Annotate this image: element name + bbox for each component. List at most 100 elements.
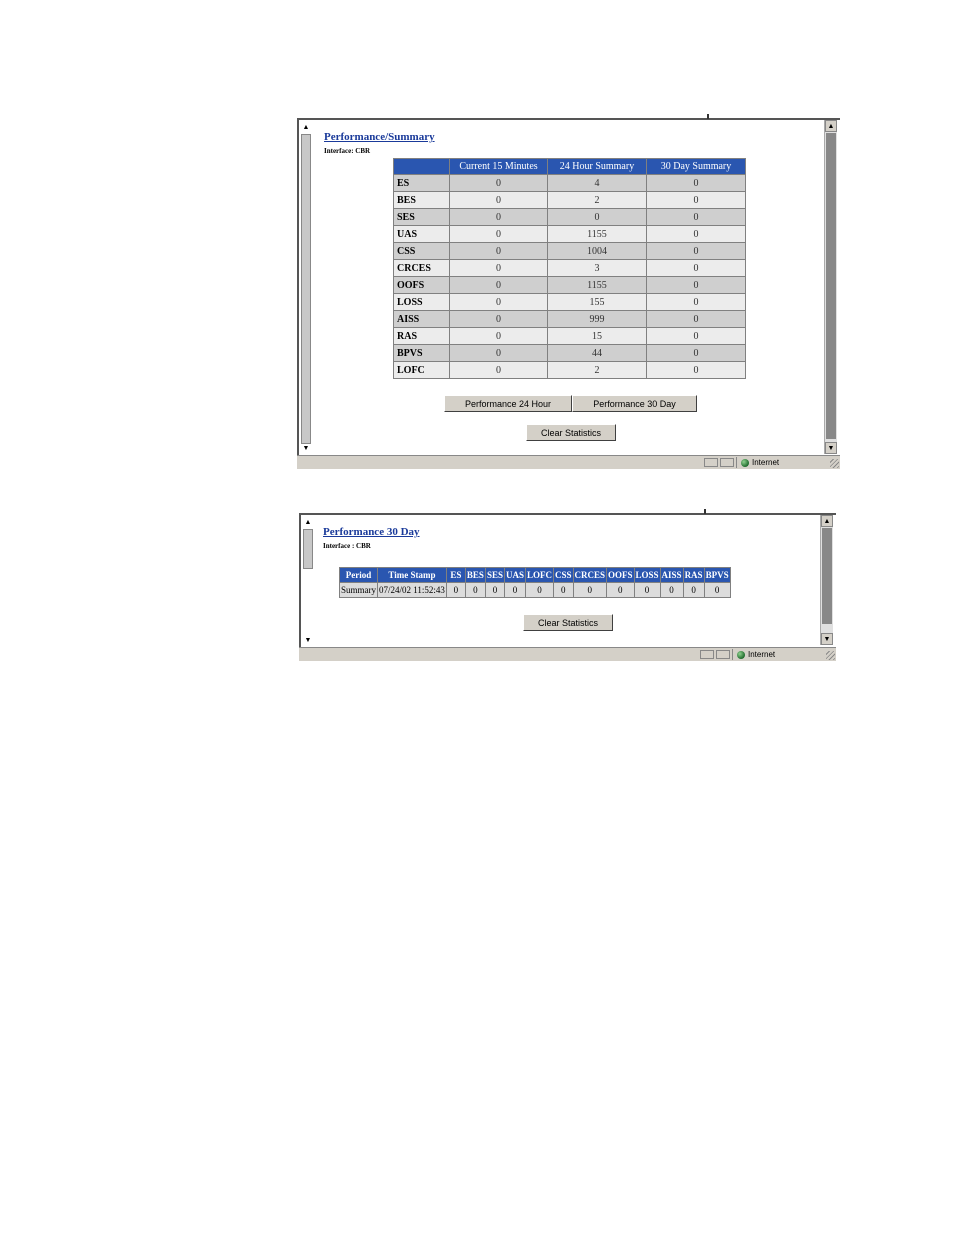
right-scrollbar[interactable]: ▲ ▼ xyxy=(824,120,837,454)
status-cell xyxy=(716,650,730,659)
left-scrollbar[interactable]: ▲ ▼ xyxy=(297,120,313,455)
current-15-min-value: 0 xyxy=(450,277,547,293)
table-cell: 0 xyxy=(704,583,730,597)
24-hour-value: 1155 xyxy=(548,226,646,242)
performance-30-day-window: ▲ ▼ ▲ ▼ Performance 30 Day Interface : C… xyxy=(299,509,836,661)
security-zone: Internet xyxy=(736,457,779,468)
table-cell: 0 xyxy=(525,583,553,597)
header-cell: LOSS xyxy=(634,568,660,582)
scroll-down-arrow-icon[interactable]: ▼ xyxy=(303,635,313,645)
row-label: BPVS xyxy=(394,345,449,361)
table-row: OOFS 0 1155 0 xyxy=(394,277,745,293)
header-cell: OOFS xyxy=(607,568,634,582)
row-label: AISS xyxy=(394,311,449,327)
page-title[interactable]: Performance 30 Day xyxy=(323,526,420,538)
row-label: OOFS xyxy=(394,277,449,293)
window-tick-mark xyxy=(707,114,709,119)
scroll-down-arrow-icon[interactable]: ▼ xyxy=(821,633,833,645)
current-15-min-value: 0 xyxy=(450,294,547,310)
30-day-value: 0 xyxy=(647,311,745,327)
current-15-min-value: 0 xyxy=(450,226,547,242)
window-tick-mark xyxy=(704,509,706,514)
table-cell: 07/24/02 11:52:43 xyxy=(378,583,446,597)
table-row: ES 0 4 0 xyxy=(394,175,745,191)
scroll-up-arrow-icon[interactable]: ▲ xyxy=(301,122,311,132)
clear-statistics-button[interactable]: Clear Statistics xyxy=(526,424,616,441)
interface-label: Interface: CBR xyxy=(324,147,371,155)
page-title[interactable]: Performance/Summary xyxy=(324,131,435,143)
table-cell: 0 xyxy=(683,583,704,597)
table-row: UAS 0 1155 0 xyxy=(394,226,745,242)
table-row: SES 0 0 0 xyxy=(394,209,745,225)
right-scrollbar[interactable]: ▲ ▼ xyxy=(820,515,833,645)
security-zone-label: Internet xyxy=(752,458,780,467)
24-hour-value: 2 xyxy=(548,362,646,378)
header-cell: Time Stamp xyxy=(378,568,446,582)
table-header-row: Period Time Stamp ES BES SES UAS LOFC CSS CRCES O… xyxy=(340,568,730,582)
24-hour-value: 1155 xyxy=(548,277,646,293)
scroll-up-arrow-icon[interactable]: ▲ xyxy=(303,517,313,527)
current-15-min-value: 0 xyxy=(450,260,547,276)
table-cell: 0 xyxy=(573,583,607,597)
30-day-value: 0 xyxy=(647,243,745,259)
row-label: UAS xyxy=(394,226,449,242)
header-cell: CRCES xyxy=(573,568,607,582)
security-zone: Internet xyxy=(732,649,775,660)
globe-icon xyxy=(737,650,745,659)
table-row: BPVS 0 44 0 xyxy=(394,345,745,361)
header-cell: UAS xyxy=(504,568,525,582)
30-day-value: 0 xyxy=(647,328,745,344)
24-hour-value: 1004 xyxy=(548,243,646,259)
row-label: SES xyxy=(394,209,449,225)
row-label: BES xyxy=(394,192,449,208)
30-day-value: 0 xyxy=(647,277,745,293)
scroll-down-arrow-icon[interactable]: ▼ xyxy=(825,442,837,454)
table-row: LOSS 0 155 0 xyxy=(394,294,745,310)
table-row: LOFC 0 2 0 xyxy=(394,362,745,378)
clear-statistics-button[interactable]: Clear Statistics xyxy=(523,614,613,631)
table-row: Summary 07/24/02 11:52:43 0 0 0 0 0 0 0 0 0 0 0 0 xyxy=(340,583,730,597)
30-day-value: 0 xyxy=(647,192,745,208)
header-cell: AISS xyxy=(660,568,683,582)
row-label: ES xyxy=(394,175,449,191)
table-row: BES 0 2 0 xyxy=(394,192,745,208)
left-scrollbar[interactable]: ▲ ▼ xyxy=(299,515,315,647)
header-blank xyxy=(394,159,449,174)
scroll-down-arrow-icon[interactable]: ▼ xyxy=(301,443,311,453)
performance-24-hour-button[interactable]: Performance 24 Hour xyxy=(444,395,572,412)
table-row: AISS 0 999 0 xyxy=(394,311,745,327)
resize-grip-icon[interactable] xyxy=(826,651,835,660)
table-row: RAS 0 15 0 xyxy=(394,328,745,344)
scroll-up-arrow-icon[interactable]: ▲ xyxy=(825,120,837,132)
left-scrollbar-thumb[interactable] xyxy=(301,134,311,444)
status-bar: Internet xyxy=(297,455,840,469)
header-cell: BES xyxy=(465,568,485,582)
table-cell: 0 xyxy=(446,583,465,597)
right-scrollbar-thumb[interactable] xyxy=(822,528,832,624)
table-row: CSS 0 1004 0 xyxy=(394,243,745,259)
row-label: CSS xyxy=(394,243,449,259)
globe-icon xyxy=(741,458,749,467)
table-cell: 0 xyxy=(504,583,525,597)
current-15-min-value: 0 xyxy=(450,209,547,225)
row-label: LOFC xyxy=(394,362,449,378)
30-day-value: 0 xyxy=(647,362,745,378)
resize-grip-icon[interactable] xyxy=(830,459,839,468)
30-day-value: 0 xyxy=(647,226,745,242)
table-cell: 0 xyxy=(634,583,660,597)
left-scrollbar-thumb[interactable] xyxy=(303,529,313,569)
performance-30-day-button[interactable]: Performance 30 Day xyxy=(572,395,697,412)
row-label: CRCES xyxy=(394,260,449,276)
24-hour-value: 44 xyxy=(548,345,646,361)
current-15-min-value: 0 xyxy=(450,362,547,378)
30-day-value: 0 xyxy=(647,345,745,361)
header-cell: CSS xyxy=(553,568,573,582)
current-15-min-value: 0 xyxy=(450,328,547,344)
header-cell: RAS xyxy=(683,568,704,582)
right-scrollbar-thumb[interactable] xyxy=(826,133,836,439)
window-top-border xyxy=(297,118,840,120)
status-cell xyxy=(700,650,714,659)
scroll-up-arrow-icon[interactable]: ▲ xyxy=(821,515,833,527)
24-hour-value: 15 xyxy=(548,328,646,344)
table-row: CRCES 0 3 0 xyxy=(394,260,745,276)
